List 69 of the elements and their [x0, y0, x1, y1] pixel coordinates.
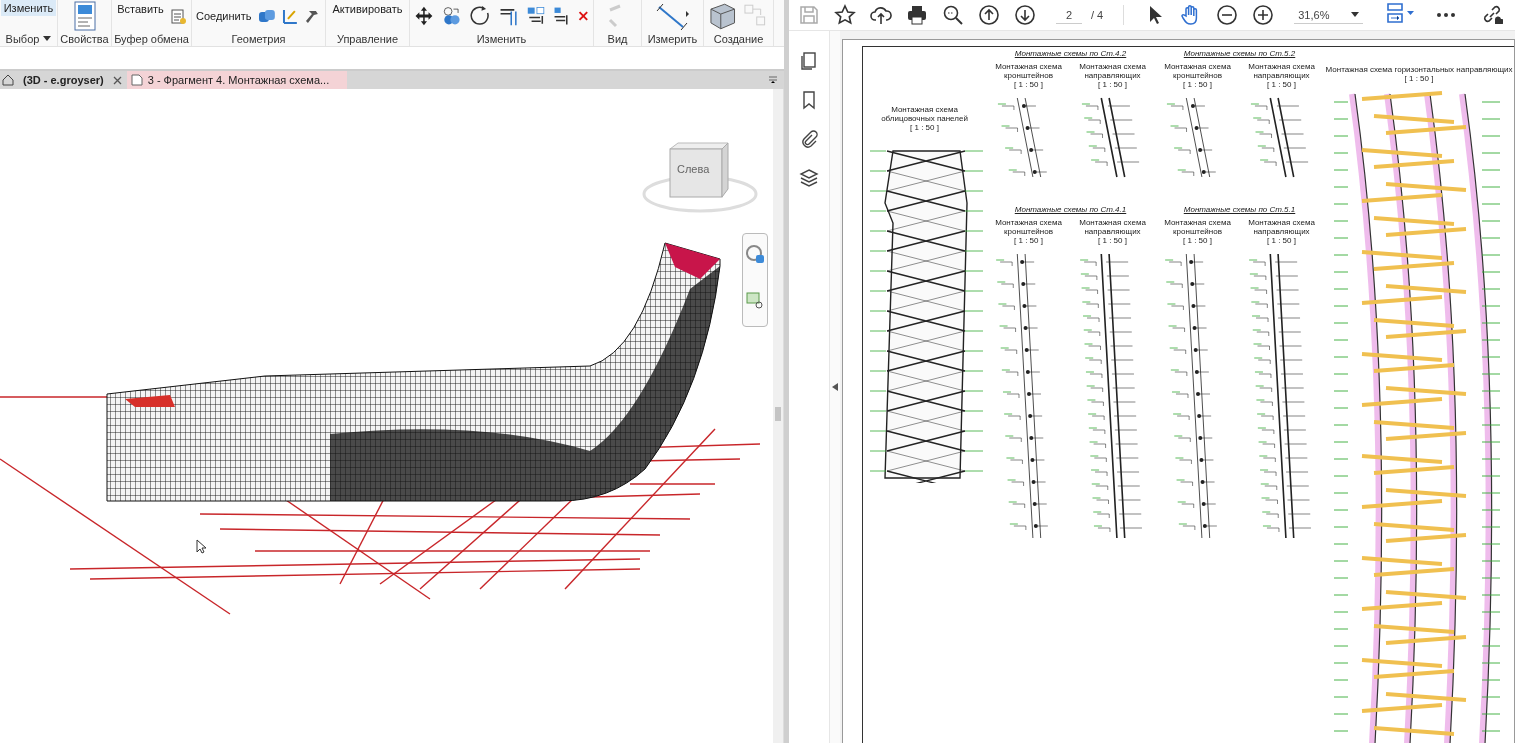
- zoom-dropdown[interactable]: 31,6%: [1294, 6, 1364, 24]
- section-heading: Монтажные схемы по Ст.4.1: [1014, 205, 1127, 214]
- drawing-scale: [ 1 : 50 ]: [910, 123, 939, 133]
- zoom-search-icon[interactable]: [942, 4, 964, 26]
- ribbon-button[interactable]: Вставить: [117, 3, 164, 15]
- ribbon-group-label: Создание: [713, 32, 764, 45]
- drawing-title: Монтажная схема кронштейнов: [1163, 218, 1232, 236]
- drawing-title: Монтажная схема облицовочных панелей: [880, 105, 969, 123]
- ribbon-group-label: Геометрия: [231, 32, 286, 45]
- drawing-scale: [ 1 : 50 ]: [1014, 80, 1043, 90]
- properties-icon[interactable]: [72, 0, 97, 31]
- scrollbar[interactable]: [773, 89, 783, 743]
- drawing-title: Монтажная схема направляющих: [1247, 218, 1316, 236]
- drawing-scale: [ 1 : 50 ]: [1267, 236, 1296, 246]
- zoom-region-icon[interactable]: [746, 292, 764, 310]
- view-cube-face-label: Слева: [677, 163, 710, 175]
- collapse-arrow-icon[interactable]: [832, 383, 838, 391]
- drawing-scale: [ 1 : 50 ]: [1183, 80, 1212, 90]
- ribbon-group-label: Свойства: [60, 32, 109, 45]
- ribbon-group-label: Изменить: [476, 32, 527, 45]
- drawing-title: Монтажная схема направляющих: [1078, 62, 1147, 80]
- document-icon: [130, 74, 143, 86]
- zoom-out-icon[interactable]: [1216, 4, 1239, 26]
- home-icon: [2, 74, 14, 86]
- cursor-icon: [196, 539, 206, 554]
- page-count: / 4: [1091, 9, 1104, 21]
- zoom-in-icon[interactable]: [1252, 4, 1275, 26]
- drawing-scale: [ 1 : 50 ]: [1098, 236, 1127, 246]
- ribbon-group-label: Управление: [336, 32, 399, 45]
- drawing-scale: [ 1 : 50 ]: [1404, 74, 1434, 84]
- print-icon[interactable]: [906, 4, 928, 26]
- section-heading: Монтажные схемы по Ст.5.2: [1183, 49, 1296, 58]
- page-fit-icon[interactable]: [1385, 2, 1416, 24]
- pages-icon[interactable]: [799, 51, 819, 71]
- ribbon-group-label: Буфер обмена: [114, 32, 189, 45]
- join-icon[interactable]: [257, 7, 276, 24]
- drawing-scale: [ 1 : 50 ]: [1098, 80, 1127, 90]
- ribbon-group-label: Выбор: [5, 32, 40, 45]
- drawing-title: Монтажная схема кронштейнов: [1163, 62, 1232, 80]
- drawing-scale: [ 1 : 50 ]: [1014, 236, 1043, 246]
- drawing-title: Монтажная схема направляющих: [1247, 62, 1316, 80]
- drawing-title: Монтажная схема направляющих: [1078, 218, 1147, 236]
- cloud-upload-icon[interactable]: [870, 4, 892, 26]
- view-tab[interactable]: 3 - Фрагмент 4. Монтажная схема...: [126, 71, 348, 89]
- ribbon-group-label: Измерить: [647, 32, 698, 45]
- caret-icon: [1351, 12, 1360, 17]
- section-heading: Монтажные схемы по Ст.4.2: [1014, 49, 1127, 58]
- drawing-title: Монтажная схема горизонтальных направляющих: [1325, 65, 1513, 74]
- section-heading: Монтажные схемы по Ст.5.1: [1183, 205, 1296, 214]
- page-number-field[interactable]: 2: [1056, 6, 1082, 24]
- arrow-down-icon[interactable]: [1014, 4, 1036, 26]
- drawing-title: Монтажная схема кронштейнов: [994, 218, 1063, 236]
- star-icon[interactable]: [834, 4, 856, 26]
- arrow-up-icon[interactable]: [978, 4, 1000, 26]
- caret-icon[interactable]: [43, 36, 52, 41]
- ribbon-button[interactable]: Активировать: [332, 3, 403, 15]
- share-link-icon[interactable]: [1481, 4, 1503, 26]
- clipboard-icon[interactable]: [169, 7, 186, 24]
- ribbon-group-label: Вид: [607, 32, 628, 45]
- close-icon[interactable]: [112, 75, 122, 85]
- ribbon-button[interactable]: Изменить: [0, 0, 57, 16]
- paperclip-icon[interactable]: [799, 129, 819, 149]
- drawing-title: Монтажная схема кронштейнов: [994, 62, 1063, 80]
- layers-icon[interactable]: [799, 168, 819, 188]
- ribbon-button[interactable]: Соединить: [196, 9, 252, 22]
- steering-wheel-icon[interactable]: [745, 244, 765, 264]
- menu-icon[interactable]: [768, 76, 778, 84]
- drawing-scale: [ 1 : 50 ]: [1183, 236, 1212, 246]
- drawing-scale: [ 1 : 50 ]: [1267, 80, 1296, 90]
